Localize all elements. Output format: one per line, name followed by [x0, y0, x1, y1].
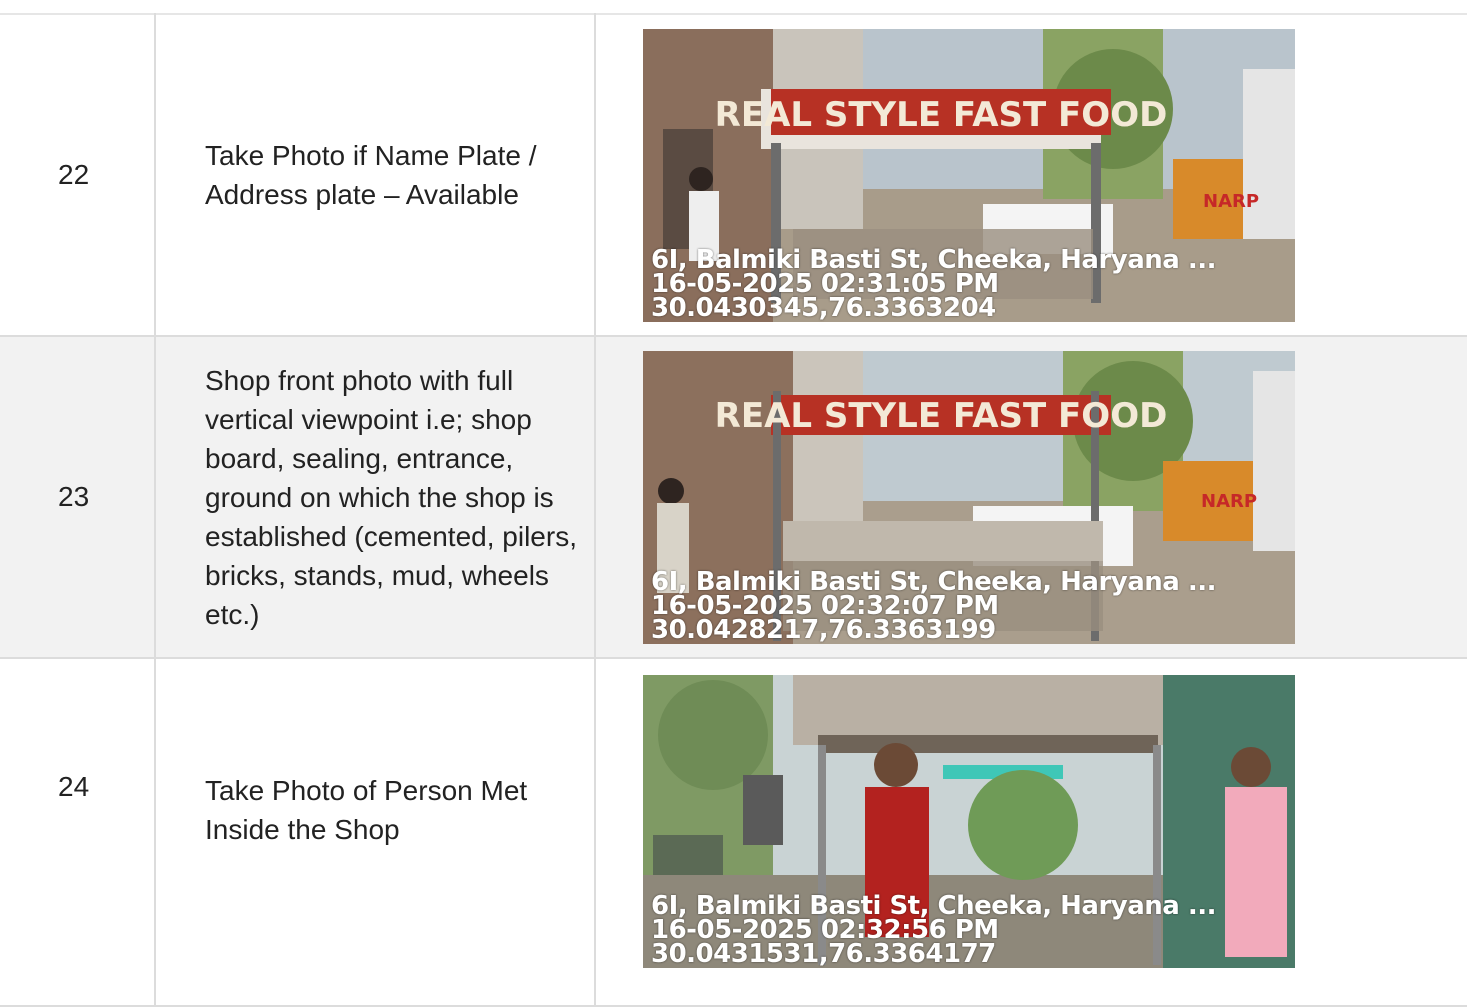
geotag-datetime: 16-05-2025 02:32:07 PM [651, 590, 999, 621]
geotag-coords: 30.0430345,76.3363204 [651, 292, 996, 322]
side-sign-text: NARP [1201, 491, 1257, 512]
geotag-datetime: 16-05-2025 02:31:05 PM [651, 268, 999, 299]
geotag-coords: 30.0431531,76.3364177 [651, 939, 996, 968]
photo-cell: REAL STYLE FAST FOOD NARP 6I, Balmiki Ba… [594, 13, 1467, 337]
photo-geotag: 6I, Balmiki Basti St, Cheeka, Haryana ..… [651, 566, 1217, 644]
table-row: 22 Take Photo if Name Plate / Address pl… [0, 13, 1467, 337]
shop-photo[interactable]: REAL STYLE FAST FOOD NARP 6I, Balmiki Ba… [643, 28, 1295, 322]
sign-text: REAL STYLE FAST FOOD [715, 396, 1168, 436]
shop-photo[interactable]: REAL STYLE FAST FOOD NARP 6I, Balmiki Ba… [643, 350, 1295, 644]
photo-geotag: 6I, Balmiki Basti St, Cheeka, Haryana ..… [651, 893, 1217, 968]
row-number-text: 24 [58, 771, 90, 802]
geotag-coords: 30.0428217,76.3363199 [651, 614, 996, 644]
photo-cell: REAL STYLE FAST FOOD NARP 6I, Balmiki Ba… [594, 335, 1467, 659]
photo-cell: 6I, Balmiki Basti St, Cheeka, Haryana ..… [594, 657, 1467, 1007]
row-number: 22 [0, 13, 156, 337]
row-description: Take Photo if Name Plate / Address plate… [154, 13, 596, 337]
row-number: 24 [0, 657, 156, 1007]
sign-text: REAL STYLE FAST FOOD [715, 95, 1168, 135]
photo-geotag: 6I, Balmiki Basti St, Cheeka, Haryana ..… [651, 244, 1217, 322]
table-row: 23 Shop front photo with full vertical v… [0, 335, 1467, 659]
side-sign-text: NARP [1203, 191, 1259, 212]
row-number: 23 [0, 335, 156, 659]
row-description: Shop front photo with full vertical view… [154, 335, 596, 659]
table-row: 24 Take Photo of Person Met Inside the S… [0, 657, 1467, 1007]
geotag-address: 6I, Balmiki Basti St, Cheeka, Haryana ..… [651, 244, 1217, 275]
geotag-address: 6I, Balmiki Basti St, Cheeka, Haryana ..… [651, 566, 1217, 597]
row-description: Take Photo of Person Met Inside the Shop [154, 657, 596, 1007]
person-photo[interactable]: 6I, Balmiki Basti St, Cheeka, Haryana ..… [643, 675, 1295, 968]
inspection-table: 22 Take Photo if Name Plate / Address pl… [0, 13, 1467, 1007]
row-description-text: Take Photo of Person Met Inside the Shop [205, 775, 528, 845]
